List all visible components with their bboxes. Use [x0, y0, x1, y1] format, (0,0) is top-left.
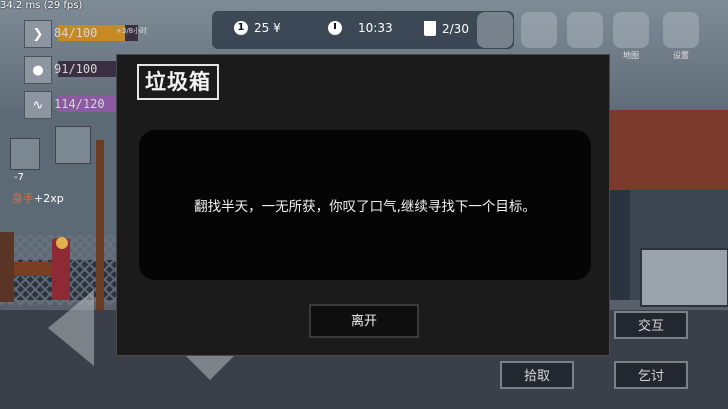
skills-button[interactable]: [564, 12, 606, 58]
dialog-message-box: 翻找半天，一无所获，你叹了口气,继续寻找下一个目标。: [139, 130, 591, 280]
hunger-icon: [10, 138, 40, 170]
health-value: 114/120: [54, 97, 105, 111]
clock-icon: [328, 21, 342, 35]
energy-value: 84/100: [54, 26, 98, 40]
stat-health: ∿ 114/120: [24, 91, 138, 119]
stat-water: ● 91/100: [24, 56, 138, 84]
water-value: 91/100: [54, 62, 98, 76]
inventory-button[interactable]: [474, 12, 516, 58]
player-character: [0, 232, 14, 302]
map-label: 地图: [623, 51, 639, 60]
trash-count-display: 2/30: [424, 21, 469, 36]
coin-icon: 1: [234, 21, 248, 35]
xp-hint: 身手+2xp: [12, 190, 64, 206]
box-icon: [477, 12, 513, 48]
settings-label: 设置: [673, 51, 689, 60]
fps-counter: 34.2 ms (29 fps): [0, 0, 83, 11]
hunger-value: -7: [14, 172, 24, 183]
heartbeat-icon: ∿: [24, 91, 52, 119]
utility-pole: [96, 140, 104, 310]
water-drop-icon: ●: [24, 56, 52, 84]
dialog-title: 垃圾箱: [137, 64, 219, 100]
circles-icon: [567, 12, 603, 48]
npc-head: [56, 237, 68, 249]
settings-button[interactable]: 设置: [660, 12, 702, 60]
time-display: 10:33: [328, 21, 393, 35]
move-left-arrow-icon[interactable]: [48, 290, 94, 366]
trash-bin-dialog: 垃圾箱 翻找半天，一无所获，你叹了口气,继续寻找下一个目标。 离开: [116, 54, 610, 356]
energy-regen: +3/8小时: [116, 27, 148, 35]
coins-display: 1 25 ¥: [234, 21, 281, 35]
beg-button[interactable]: 乞讨: [614, 361, 688, 389]
stat-energy: ❯ 84/100: [24, 20, 138, 48]
trash-count-value: 2/30: [442, 21, 469, 36]
time-value: 10:33: [358, 21, 393, 35]
wall-poster: [640, 248, 728, 307]
gear-icon: [663, 12, 699, 48]
map-pin-icon: [613, 12, 649, 48]
character-button[interactable]: [518, 12, 560, 58]
pickup-button[interactable]: 拾取: [500, 361, 574, 389]
xp-hint-amount: +2xp: [34, 192, 64, 205]
trash-bin-icon: [424, 21, 436, 36]
dialog-message: 翻找半天，一无所获，你叹了口气,继续寻找下一个目标。: [194, 199, 536, 215]
xp-hint-skill: 身手: [12, 192, 34, 205]
leave-button[interactable]: 离开: [309, 304, 419, 338]
interact-button[interactable]: 交互: [614, 311, 688, 339]
coins-value: 25 ¥: [254, 21, 281, 35]
strength-icon[interactable]: [55, 126, 91, 164]
chevron-icon: ❯: [24, 20, 52, 48]
person-icon: [521, 12, 557, 48]
building-right-roof: [610, 110, 728, 190]
map-button[interactable]: 地图: [610, 12, 652, 60]
move-down-arrow-icon[interactable]: [186, 356, 234, 380]
